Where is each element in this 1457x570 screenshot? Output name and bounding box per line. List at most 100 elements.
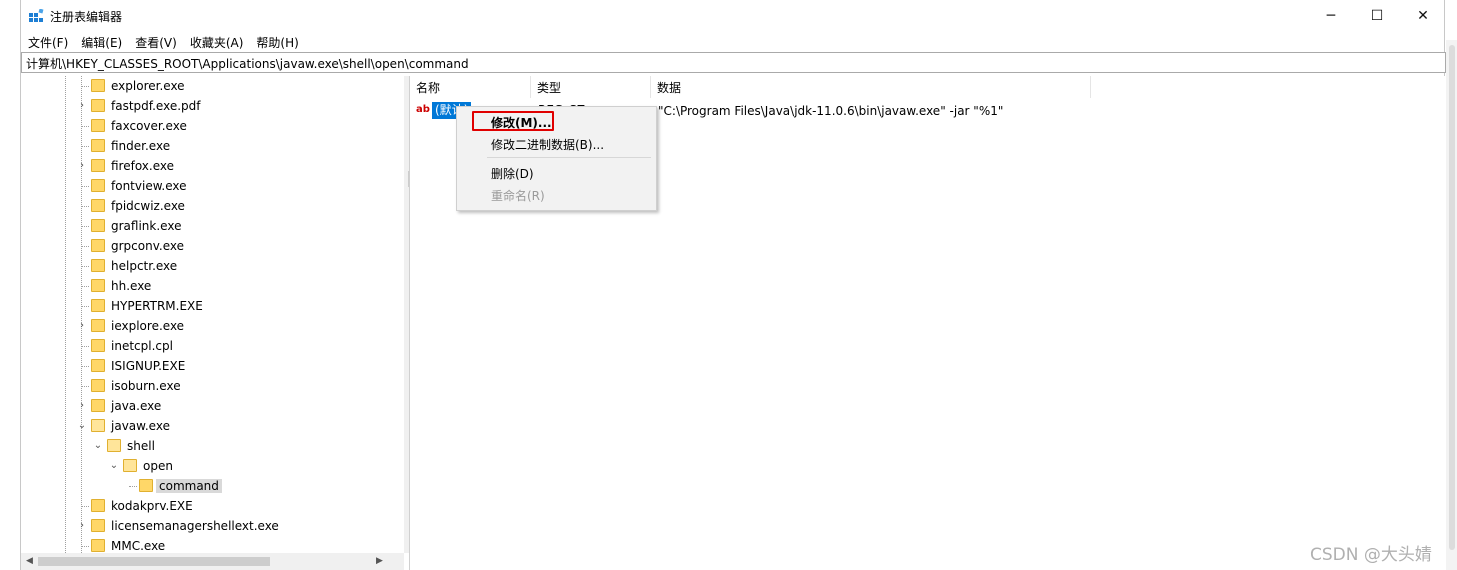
tree-item[interactable]: fontview.exe (21, 176, 404, 196)
page-scroll-thumb[interactable] (1449, 45, 1455, 550)
chevron-right-icon[interactable]: › (77, 159, 87, 173)
tree-item-label: faxcover.exe (111, 119, 187, 133)
column-header-data[interactable]: 数据 (651, 76, 1091, 98)
chevron-down-icon[interactable]: ⌄ (77, 419, 87, 433)
string-value-icon: ab (416, 104, 430, 115)
tree-item[interactable]: inetcpl.cpl (21, 336, 404, 356)
tree-item[interactable]: › firefox.exe (21, 156, 404, 176)
tree-item-label: javaw.exe (111, 419, 170, 433)
tree-item[interactable]: explorer.exe (21, 76, 404, 96)
scroll-right-icon[interactable]: ▶ (371, 553, 388, 570)
watermark: CSDN @大头婧 (1310, 545, 1432, 565)
chevron-down-icon[interactable]: ⌄ (109, 459, 119, 473)
tree-item[interactable]: graflink.exe (21, 216, 404, 236)
folder-icon (91, 379, 105, 392)
chevron-right-icon[interactable]: › (77, 399, 87, 413)
close-button[interactable]: ✕ (1400, 0, 1446, 32)
menu-favorites[interactable]: 收藏夹(A) (184, 34, 250, 51)
tree-item[interactable]: grpconv.exe (21, 236, 404, 256)
address-bar[interactable]: 计算机\HKEY_CLASSES_ROOT\Applications\javaw… (21, 52, 1446, 73)
tree-connector (77, 179, 87, 193)
tree-item[interactable]: hh.exe (21, 276, 404, 296)
tree-item-label: open (143, 459, 173, 473)
value-data: "C:\Program Files\Java\jdk-11.0.6\bin\ja… (658, 104, 1004, 118)
folder-icon (91, 79, 105, 92)
folder-icon (91, 339, 105, 352)
tree-item-label: ISIGNUP.EXE (111, 359, 186, 373)
tree-item[interactable]: › java.exe (21, 396, 404, 416)
column-header-name[interactable]: 名称 (410, 76, 531, 98)
minimize-button[interactable]: ─ (1308, 0, 1354, 32)
tree-item[interactable]: faxcover.exe (21, 116, 404, 136)
context-delete[interactable]: 删除(D) (491, 165, 534, 182)
menu-help[interactable]: 帮助(H) (250, 34, 304, 51)
tree-item[interactable]: HYPERTRM.EXE (21, 296, 404, 316)
chevron-right-icon[interactable]: › (77, 319, 87, 333)
tree-connector (77, 359, 87, 373)
tree-hscroll-thumb[interactable] (38, 557, 270, 566)
tree-item-label: finder.exe (111, 139, 171, 153)
tree-item[interactable]: ISIGNUP.EXE (21, 356, 404, 376)
tree-item[interactable]: ⌄ open (21, 456, 404, 476)
menu-bar: 文件(F) 编辑(E) 查看(V) 收藏夹(A) 帮助(H) (21, 32, 1444, 52)
context-modify-binary[interactable]: 修改二进制数据(B)... (491, 136, 604, 153)
tree-item[interactable]: kodakprv.EXE (21, 496, 404, 516)
tree-connector (77, 239, 87, 253)
folder-icon (91, 139, 105, 152)
tree-item-label: kodakprv.EXE (111, 499, 193, 513)
tree-connector (77, 299, 87, 313)
tree-connector (77, 499, 87, 513)
tree-connector (77, 119, 87, 133)
tree-connector (77, 279, 87, 293)
folder-icon (91, 359, 105, 372)
menu-edit[interactable]: 编辑(E) (75, 34, 128, 51)
tree-item[interactable]: finder.exe (21, 136, 404, 156)
minimize-icon: ─ (1326, 8, 1336, 24)
tree-item-label: java.exe (111, 399, 162, 413)
tree-item[interactable]: MMC.exe (21, 536, 404, 553)
chevron-right-icon[interactable]: › (77, 519, 87, 533)
menu-file[interactable]: 文件(F) (22, 34, 74, 51)
folder-icon (91, 419, 105, 432)
tree-connector (77, 539, 87, 553)
tree-item[interactable]: ⌄ shell (21, 436, 404, 456)
tree-item[interactable]: isoburn.exe (21, 376, 404, 396)
tree-item-label: fastpdf.exe.pdf (111, 99, 201, 113)
tree-item[interactable]: fpidcwiz.exe (21, 196, 404, 216)
folder-icon (91, 319, 105, 332)
tree-item[interactable]: › fastpdf.exe.pdf (21, 96, 404, 116)
folder-icon (91, 279, 105, 292)
tree-item[interactable]: ⌄ javaw.exe (21, 416, 404, 436)
folder-icon (91, 99, 105, 112)
tree-item[interactable]: helpctr.exe (21, 256, 404, 276)
context-separator (487, 157, 651, 158)
tree-item-label: inetcpl.cpl (111, 339, 173, 353)
folder-icon (107, 439, 121, 452)
tree-item-label: firefox.exe (111, 159, 175, 173)
tree-horizontal-scrollbar[interactable]: ◀ ▶ (21, 553, 404, 570)
scroll-left-icon[interactable]: ◀ (21, 553, 38, 570)
tree-item[interactable]: › iexplore.exe (21, 316, 404, 336)
maximize-button[interactable]: ☐ (1354, 0, 1400, 32)
folder-icon (91, 159, 105, 172)
tree-item-label: fontview.exe (111, 179, 187, 193)
tree-connector (125, 479, 135, 493)
folder-icon (139, 479, 153, 492)
tree-item-label: HYPERTRM.EXE (111, 299, 203, 313)
chevron-down-icon[interactable]: ⌄ (93, 439, 103, 453)
folder-icon (91, 239, 105, 252)
title-bar: 注册表编辑器 ─ ☐ ✕ (21, 0, 1444, 32)
annotation-highlight-box (472, 111, 554, 131)
column-header-type[interactable]: 类型 (531, 76, 651, 98)
tree-connector (77, 79, 87, 93)
tree-item-label: helpctr.exe (111, 259, 178, 273)
folder-icon (91, 499, 105, 512)
page-scrollbar[interactable] (1446, 40, 1457, 570)
chevron-right-icon[interactable]: › (77, 99, 87, 113)
context-rename: 重命名(R) (491, 189, 545, 203)
menu-view[interactable]: 查看(V) (129, 34, 183, 51)
tree-item[interactable]: command (21, 476, 404, 496)
folder-icon (91, 199, 105, 212)
tree-item[interactable]: › licensemanagershellext.exe (21, 516, 404, 536)
tree-connector (77, 339, 87, 353)
